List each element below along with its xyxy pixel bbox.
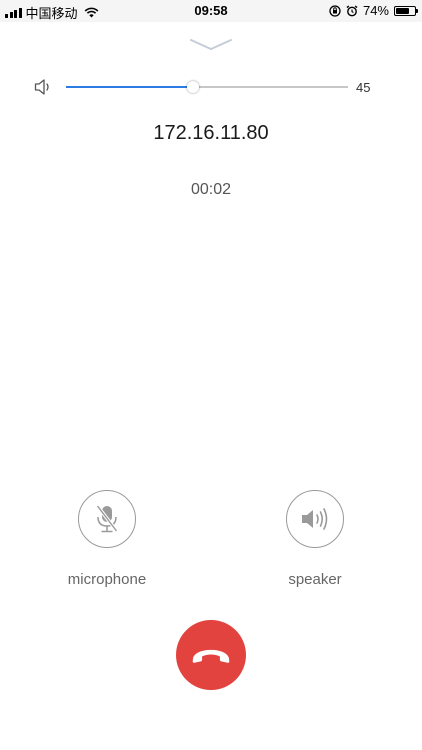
alarm-icon <box>346 4 358 16</box>
volume-slider-thumb[interactable] <box>186 81 199 93</box>
call-address: 172.16.11.80 <box>153 122 269 144</box>
battery-icon <box>394 5 418 16</box>
speaker-control: speaker <box>255 490 375 588</box>
collapse-chevron-icon[interactable] <box>190 38 232 52</box>
microphone-button[interactable] <box>78 490 136 548</box>
speaker-label: speaker <box>288 571 342 588</box>
volume-control: 45 <box>33 76 393 98</box>
hang-up-phone-icon <box>192 649 230 663</box>
battery-percent: 74% <box>362 3 389 18</box>
status-bar: 中国移动 09:58 74% <box>0 0 422 22</box>
hang-up-button[interactable] <box>176 620 246 690</box>
volume-slider[interactable] <box>66 81 348 93</box>
volume-slider-fill <box>66 86 193 88</box>
microphone-label: microphone <box>67 571 147 588</box>
microphone-control: microphone <box>47 490 167 588</box>
microphone-muted-icon <box>96 504 118 533</box>
volume-icon <box>34 79 49 95</box>
battery-fill <box>396 7 410 14</box>
speaker-icon <box>302 508 328 530</box>
orientation-lock-icon <box>329 4 341 17</box>
status-right: 74% <box>329 3 418 18</box>
call-duration: 00:02 <box>190 181 232 198</box>
volume-value: 45 <box>356 80 371 95</box>
speaker-button[interactable] <box>286 490 344 548</box>
